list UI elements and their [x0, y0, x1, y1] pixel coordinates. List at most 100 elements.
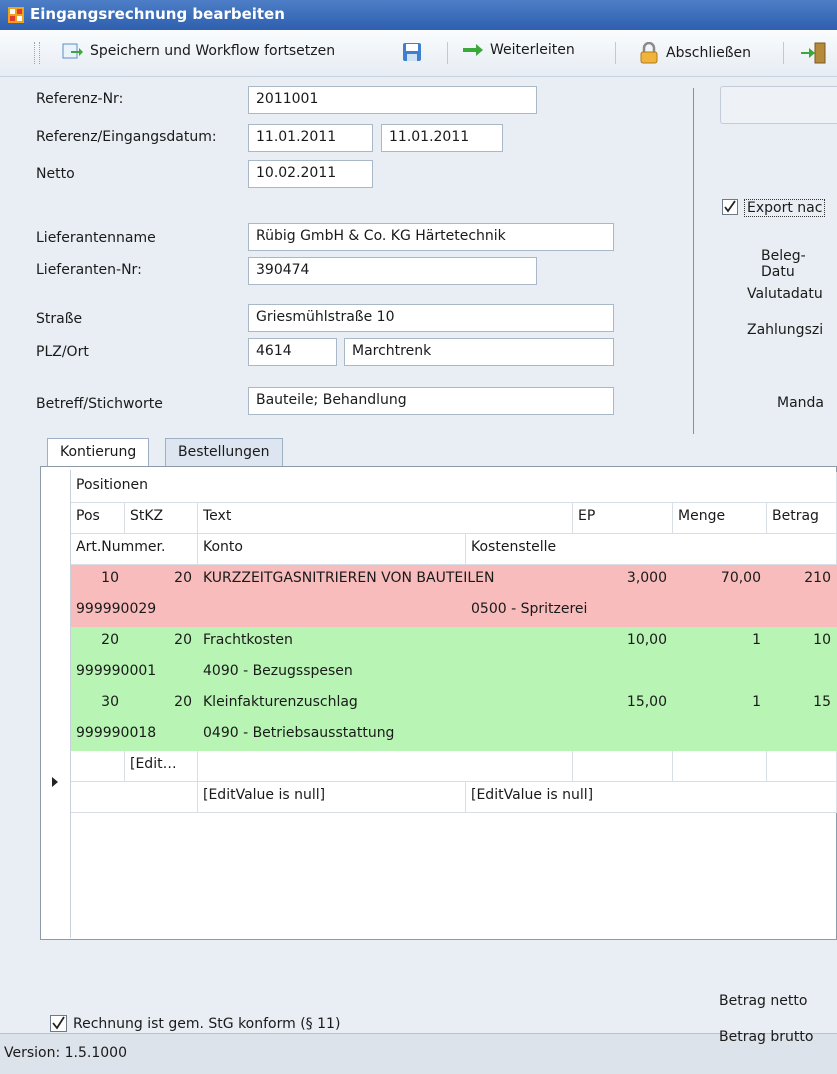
row-menge[interactable]: 1	[673, 627, 767, 658]
row-pos[interactable]: 30	[71, 689, 125, 720]
column-header-text[interactable]: Text	[198, 503, 573, 534]
toolbar-separator	[615, 42, 616, 64]
toolbar-grip[interactable]	[34, 42, 40, 64]
save-button[interactable]	[402, 42, 422, 62]
row-ep[interactable]: 10,00	[573, 627, 673, 658]
referenz-nr-field[interactable]: 2011001	[248, 86, 537, 114]
row-text[interactable]: KURZZEITGASNITRIEREN VON BAUTEILEN	[198, 565, 573, 596]
tab-bestellungen[interactable]: Bestellungen	[165, 438, 283, 466]
column-header-konto[interactable]: Konto	[198, 534, 466, 565]
stg-checkbox[interactable]	[50, 1015, 67, 1032]
row-pos[interactable]: 20	[71, 627, 125, 658]
export-label: Export nac	[744, 199, 826, 217]
export-checkbox[interactable]	[722, 199, 738, 215]
toolbar-separator	[783, 42, 784, 64]
status-bar: Version: 1.5.1000	[0, 1033, 837, 1074]
column-header-menge[interactable]: Menge	[673, 503, 767, 534]
row-menge[interactable]: 1	[673, 689, 767, 720]
new-row-kostenstelle[interactable]: [EditValue is null]	[466, 782, 837, 813]
lock-icon	[640, 42, 658, 64]
betrag-brutto-label: Betrag brutto	[719, 1029, 814, 1045]
new-row-betrag[interactable]	[767, 751, 837, 782]
row-text[interactable]: Frachtkosten	[198, 627, 573, 658]
floppy-disk-icon	[403, 43, 421, 61]
netto-label: Netto	[36, 166, 75, 182]
row-konto[interactable]	[198, 596, 466, 627]
forward-label: Weiterleiten	[490, 42, 575, 58]
plz-ort-label: PLZ/Ort	[36, 344, 89, 360]
beleg-datum-label: Beleg-Datu	[761, 248, 806, 280]
toolbar: Speichern und Workflow fortsetzen Weiter…	[0, 30, 837, 77]
column-header-betrag[interactable]: Betrag	[767, 503, 837, 534]
betreff-label: Betreff/Stichworte	[36, 396, 163, 412]
row-konto[interactable]: 4090 - Bezugsspesen	[198, 658, 466, 689]
panel-divider	[693, 88, 694, 434]
right-panel-button[interactable]	[720, 86, 837, 124]
betreff-field[interactable]: Bauteile; Behandlung	[248, 387, 614, 415]
ort-field[interactable]: Marchtrenk	[344, 338, 614, 366]
row-menge[interactable]: 70,00	[673, 565, 767, 596]
window-title: Eingangsrechnung bearbeiten	[30, 5, 285, 23]
row-pos[interactable]: 10	[71, 565, 125, 596]
row-kostenstelle[interactable]: 0500 - Spritzerei	[466, 596, 837, 627]
forward-button[interactable]: Weiterleiten	[462, 42, 575, 58]
row-betrag[interactable]: 10	[767, 627, 837, 658]
mandant-label: Manda	[777, 395, 824, 411]
netto-datum-field[interactable]: 10.02.2011	[248, 160, 373, 188]
row-betrag[interactable]: 210	[767, 565, 837, 596]
lieferanten-nr-label: Lieferanten-Nr:	[36, 262, 142, 278]
column-header-artnummer[interactable]: Art.Nummer.	[71, 534, 198, 565]
row-betrag[interactable]: 15	[767, 689, 837, 720]
referenz-datum-field[interactable]: 11.01.2011	[248, 124, 373, 152]
row-artnummer[interactable]: 999990018	[71, 720, 198, 751]
close-invoice-label: Abschließen	[666, 45, 752, 61]
lieferantenname-field[interactable]: Rübig GmbH & Co. KG Härtetechnik	[248, 223, 614, 251]
new-row-menge[interactable]	[673, 751, 767, 782]
save-continue-button[interactable]: Speichern und Workflow fortsetzen	[62, 42, 335, 60]
row-ep[interactable]: 3,000	[573, 565, 673, 596]
row-stkz[interactable]: 20	[125, 565, 198, 596]
new-row-ep[interactable]	[573, 751, 673, 782]
row-stkz[interactable]: 20	[125, 627, 198, 658]
row-konto[interactable]: 0490 - Betriebsausstattung	[198, 720, 466, 751]
strasse-label: Straße	[36, 311, 83, 327]
lieferantenname-label: Lieferantenname	[36, 230, 156, 246]
column-header-ep[interactable]: EP	[573, 503, 673, 534]
version-text: Version: 1.5.1000	[4, 1045, 127, 1061]
app-icon	[8, 7, 24, 23]
toolbar-separator	[447, 42, 448, 64]
title-bar: Eingangsrechnung bearbeiten	[0, 0, 837, 30]
close-invoice-button[interactable]: Abschließen	[638, 42, 751, 64]
checkmark-icon	[52, 1016, 65, 1030]
current-row-arrow-icon	[52, 777, 58, 787]
row-text[interactable]: Kleinfakturenzuschlag	[198, 689, 573, 720]
exit-button[interactable]	[800, 42, 826, 64]
zahlungsziel-label: Zahlungszi	[747, 322, 824, 338]
column-header-stkz[interactable]: StKZ	[125, 503, 198, 534]
row-indicator-column	[42, 470, 71, 938]
row-artnummer[interactable]: 999990029	[71, 596, 198, 627]
valutadatum-label: Valutadatu	[747, 286, 823, 302]
eingangs-datum-field[interactable]: 11.01.2011	[381, 124, 503, 152]
checkmark-icon	[724, 200, 736, 213]
strasse-field[interactable]: Griesmühlstraße 10	[248, 304, 614, 332]
new-row-pos[interactable]	[71, 751, 125, 782]
column-header-kostenstelle[interactable]: Kostenstelle	[466, 534, 837, 565]
tab-kontierung[interactable]: Kontierung	[47, 438, 150, 468]
new-row-stkz[interactable]: [Edit…	[125, 751, 198, 782]
stg-label: Rechnung ist gem. StG konform (§ 11)	[73, 1016, 341, 1032]
betrag-netto-label: Betrag netto	[719, 993, 808, 1009]
row-kostenstelle[interactable]	[466, 658, 837, 689]
row-artnummer[interactable]: 999990001	[71, 658, 198, 689]
row-ep[interactable]: 15,00	[573, 689, 673, 720]
lieferanten-nr-field[interactable]: 390474	[248, 257, 537, 285]
save-continue-label: Speichern und Workflow fortsetzen	[90, 43, 336, 59]
new-row-artnummer[interactable]	[71, 782, 198, 813]
exit-door-icon	[801, 42, 826, 64]
row-kostenstelle[interactable]	[466, 720, 837, 751]
new-row-text[interactable]	[198, 751, 573, 782]
new-row-konto[interactable]: [EditValue is null]	[198, 782, 466, 813]
row-stkz[interactable]: 20	[125, 689, 198, 720]
plz-field[interactable]: 4614	[248, 338, 337, 366]
column-header-pos[interactable]: Pos	[71, 503, 125, 534]
